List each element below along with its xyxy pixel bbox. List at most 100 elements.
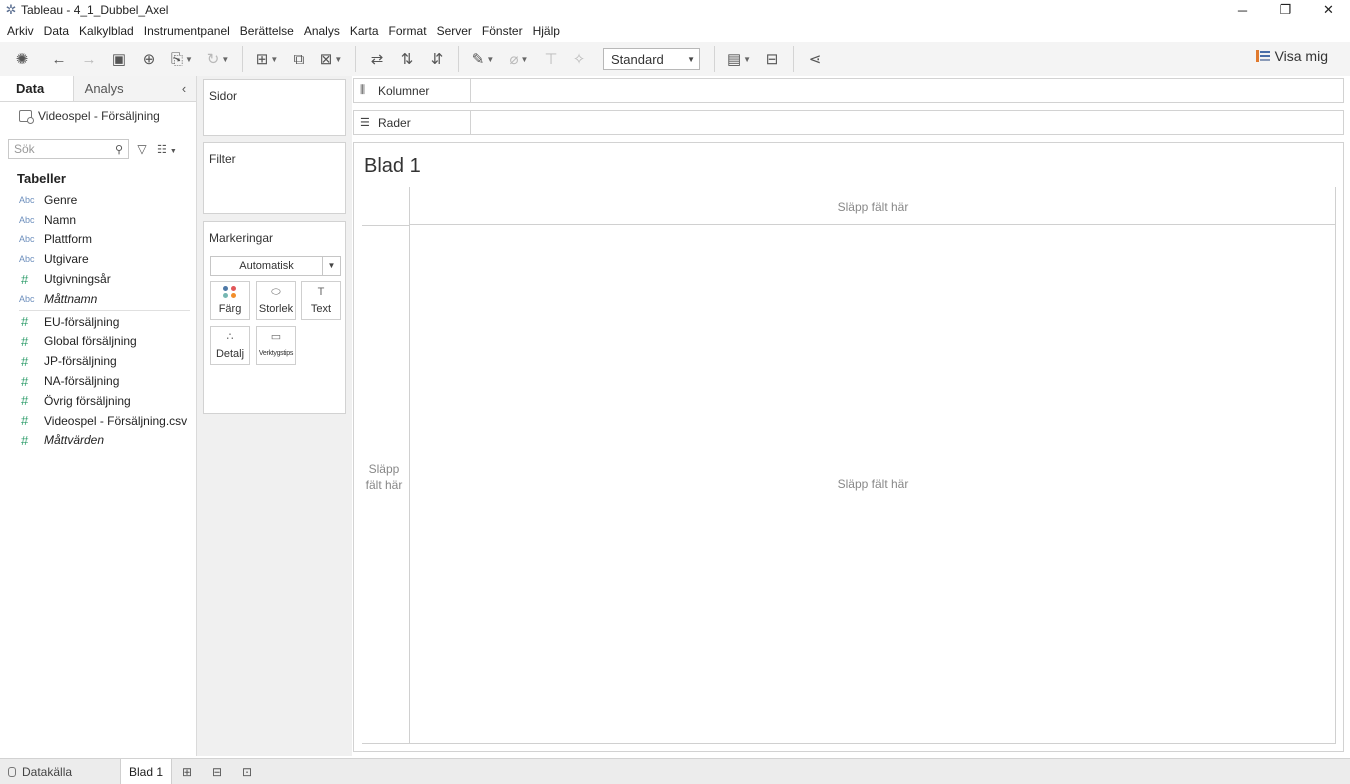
divider <box>409 187 410 744</box>
menu-server[interactable]: Server <box>432 24 477 38</box>
new-worksheet-icon[interactable]: ⊞ <box>172 765 202 779</box>
color-button[interactable]: Färg <box>210 281 250 320</box>
sheet-title[interactable]: Blad 1 <box>364 155 421 178</box>
highlight-icon[interactable]: ✎ ▼ <box>465 46 501 72</box>
search-icon: ⚲ <box>114 143 123 156</box>
datasource-item[interactable]: Videospel - Försäljning <box>0 102 196 130</box>
menu-kalkylblad[interactable]: Kalkylblad <box>74 24 139 38</box>
presentation-mode-icon[interactable]: ⊟ <box>757 46 787 72</box>
menu-fonster[interactable]: Fönster <box>477 24 528 38</box>
tooltip-button[interactable]: ▭ Verktygstips <box>256 326 296 365</box>
drop-zone-columns[interactable]: Släpp fält här <box>410 187 1336 225</box>
field-utgivningsar[interactable]: # Utgivningsår <box>0 269 196 289</box>
columns-icon: ⫼ <box>360 84 366 96</box>
swap-rows-columns-icon[interactable]: ⇄ <box>362 46 392 72</box>
new-story-icon[interactable]: ⊡ <box>232 765 262 779</box>
field-mattvarden[interactable]: # Måttvärden <box>0 431 196 451</box>
field-jp-forsaljning[interactable]: # JP-försäljning <box>0 351 196 371</box>
menu-instrumentpanel[interactable]: Instrumentpanel <box>139 24 235 38</box>
pages-card-title: Sidor <box>209 89 238 103</box>
sort-ascending-icon[interactable]: ⇅ <box>392 46 422 72</box>
menu-data[interactable]: Data <box>39 24 74 38</box>
columns-label: Kolumner <box>378 83 430 98</box>
new-worksheet-icon[interactable]: ⊞ ▼ <box>249 46 285 72</box>
field-name: NA-försäljning <box>44 374 120 389</box>
menu-karta[interactable]: Karta <box>345 24 384 38</box>
menu-format[interactable]: Format <box>384 24 432 38</box>
cards-column: Sidor Filter Markeringar Automatisk ▼ Fä… <box>197 76 352 756</box>
columns-shelf[interactable]: ⫼ Kolumner <box>353 78 1344 103</box>
refresh-icon[interactable]: ↻ ▼ <box>200 46 236 72</box>
tab-analys[interactable]: Analys <box>72 76 173 101</box>
field-videospel-csv[interactable]: # Videospel - Försäljning.csv <box>0 411 196 431</box>
number-type-icon: # <box>21 413 29 429</box>
field-name: Utgivare <box>44 252 89 267</box>
undo-icon[interactable]: ← <box>44 46 74 72</box>
chevron-down-icon: ▼ <box>322 257 340 275</box>
view-options-icon[interactable]: ☷ ▼ <box>157 143 177 156</box>
text-button[interactable]: T Text <box>301 281 341 320</box>
clear-sheet-icon[interactable]: ⊠ ▼ <box>313 46 349 72</box>
field-mattnamn[interactable]: Abc Måttnamn <box>0 289 196 309</box>
show-mark-labels-icon[interactable]: ⊤ <box>537 46 565 72</box>
tableau-home-icon[interactable]: ✺ <box>0 46 44 72</box>
filters-card[interactable]: Filter <box>203 142 346 214</box>
mark-type-select[interactable]: Automatisk ▼ <box>210 256 341 276</box>
number-type-icon: # <box>21 353 29 369</box>
fit-select[interactable]: Standard ▼ <box>603 48 700 70</box>
collapse-pane-icon[interactable]: ‹ <box>172 76 196 101</box>
menu-analys[interactable]: Analys <box>299 24 345 38</box>
size-button[interactable]: ⬭ Storlek <box>256 281 296 320</box>
field-global-forsaljning[interactable]: # Global försäljning <box>0 332 196 352</box>
tab-data[interactable]: Data <box>0 76 73 101</box>
field-na-forsaljning[interactable]: # NA-försäljning <box>0 371 196 391</box>
drop-zone-body[interactable]: Släpp fält här <box>410 477 1336 491</box>
menu-berattelse[interactable]: Berättelse <box>235 24 299 38</box>
divider <box>19 309 190 311</box>
menu-arkiv[interactable]: Arkiv <box>2 24 39 38</box>
datasource-tab-label: Datakälla <box>22 764 73 779</box>
rows-icon: ☰ <box>360 117 370 129</box>
pause-updates-icon[interactable]: ⎘ ▼ <box>164 46 200 72</box>
datasource-name: Videospel - Försäljning <box>38 109 160 123</box>
drop-zone-rows[interactable]: Släpp fält här <box>362 461 406 493</box>
mark-type-value: Automatisk <box>239 260 294 272</box>
field-genre[interactable]: Abc Genre <box>0 190 196 210</box>
toolbar-separator <box>714 46 715 72</box>
show-me-button[interactable]: Visa mig <box>1255 48 1328 64</box>
show-cards-icon[interactable]: ▤ ▼ <box>721 46 757 72</box>
pages-card[interactable]: Sidor <box>203 79 346 136</box>
detail-button[interactable]: ∴ Detalj <box>210 326 250 365</box>
toolbar-separator <box>355 46 356 72</box>
field-plattform[interactable]: Abc Plattform <box>0 230 196 250</box>
restore-button[interactable]: ❐ <box>1264 0 1307 20</box>
field-name: Genre <box>44 192 78 207</box>
share-icon[interactable]: ⋖ <box>800 46 830 72</box>
field-eu-forsaljning[interactable]: # EU-försäljning <box>0 312 196 332</box>
redo-icon[interactable]: → <box>74 46 104 72</box>
sort-descending-icon[interactable]: ⇵ <box>422 46 452 72</box>
datasource-tab[interactable]: Datakälla <box>0 765 120 779</box>
fix-axes-icon[interactable]: ✧ <box>565 46 593 72</box>
rows-label: Rader <box>378 115 411 130</box>
field-name: Utgivningsår <box>44 272 111 287</box>
field-ovrig-forsaljning[interactable]: # Övrig försäljning <box>0 391 196 411</box>
window-title: Tableau - 4_1_Dubbel_Axel <box>21 3 169 17</box>
field-utgivare[interactable]: Abc Utgivare <box>0 249 196 269</box>
menu-hjalp[interactable]: Hjälp <box>528 24 565 38</box>
duplicate-sheet-icon[interactable]: ⧉ <box>285 46 313 72</box>
filter-icon[interactable]: ▽ <box>135 142 149 156</box>
color-icon <box>211 282 249 302</box>
minimize-button[interactable]: ─ <box>1221 0 1264 20</box>
new-dashboard-icon[interactable]: ⊟ <box>202 765 232 779</box>
new-datasource-icon[interactable]: ⊕ <box>134 46 164 72</box>
rows-shelf[interactable]: ☰ Rader <box>353 110 1344 135</box>
close-button[interactable]: ✕ <box>1307 0 1350 20</box>
toolbar-separator <box>458 46 459 72</box>
group-members-icon[interactable]: ⌀ ▼ <box>501 46 537 72</box>
field-namn[interactable]: Abc Namn <box>0 210 196 230</box>
sheet-tab-blad-1[interactable]: Blad 1 <box>120 758 173 784</box>
save-icon[interactable]: ▣ <box>104 46 134 72</box>
search-input[interactable] <box>14 142 109 156</box>
title-bar: ✲ Tableau - 4_1_Dubbel_Axel ─ ❐ ✕ <box>0 0 1350 20</box>
